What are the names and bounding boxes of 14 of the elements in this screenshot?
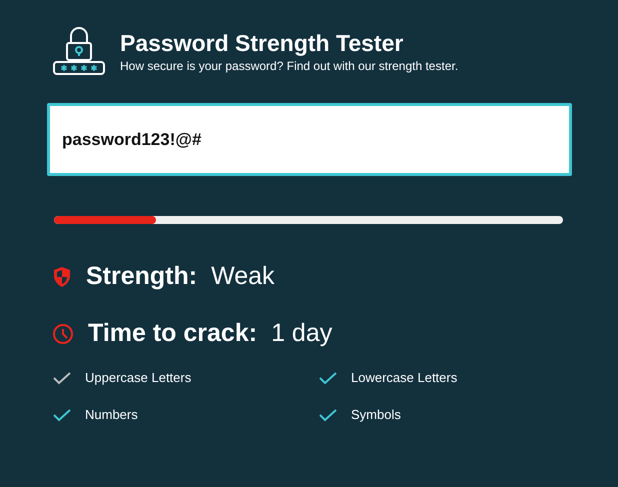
criterion-label: Lowercase Letters (351, 370, 458, 385)
app-title: Password Strength Tester (120, 29, 404, 57)
result-label: Strength: (86, 262, 198, 291)
password-field[interactable]: password123!@# (47, 103, 572, 176)
result-label: Time to crack: (88, 319, 258, 348)
app-subtitle: How secure is your password? Find out with our strength tester. (120, 59, 458, 73)
padlock-icon (52, 26, 106, 76)
result-value: 1 day (271, 319, 332, 348)
result-value: Weak (211, 262, 275, 291)
clock-icon (52, 322, 74, 344)
criterion-label: Numbers (85, 407, 138, 422)
criterion-label: Uppercase Letters (85, 370, 192, 385)
criterion-label: Symbols (351, 407, 401, 422)
shield-icon (52, 266, 72, 288)
